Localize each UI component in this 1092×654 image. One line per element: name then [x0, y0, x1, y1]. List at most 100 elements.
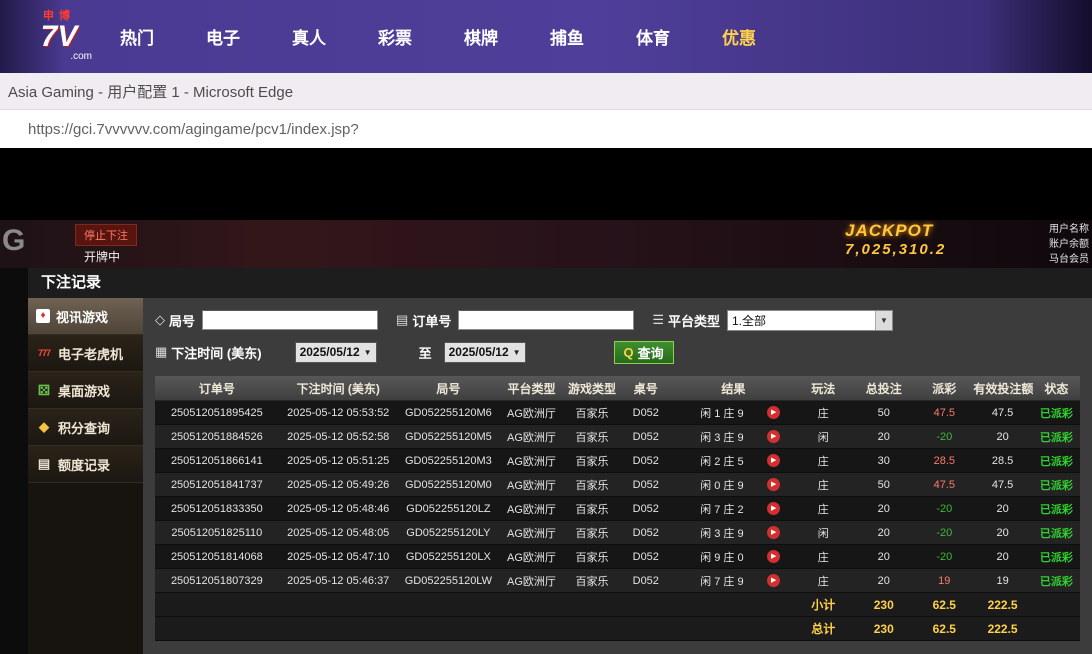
time-cell: 2025-05-12 05:51:25 — [279, 449, 398, 473]
replay-play-icon[interactable]: ▶ — [767, 574, 780, 587]
date-from-picker[interactable]: 2025/05/12 ▼ — [295, 342, 377, 363]
logo-text-main: 7V — [26, 22, 92, 52]
round-number-input[interactable] — [202, 310, 378, 330]
round-cell: GD052255120LX — [398, 545, 499, 569]
column-header: 总投注 — [851, 376, 916, 401]
sidebar-item-video-games[interactable]: ♦视讯游戏 — [28, 298, 143, 335]
style-cell: 庄 — [795, 473, 851, 497]
bet-cell: 50 — [851, 473, 916, 497]
table_no-cell: D052 — [620, 425, 672, 449]
platform-cell: AG欧洲厅 — [499, 569, 564, 593]
stop-betting-label: 停止下注 — [84, 230, 128, 242]
nav-item[interactable]: 彩票 — [366, 18, 424, 55]
date-from-value: 2025/05/12 — [300, 345, 360, 359]
platform-cell: AG欧洲厅 — [499, 425, 564, 449]
nav-item[interactable]: 体育 — [624, 18, 682, 55]
game-cell: 百家乐 — [564, 521, 620, 545]
sidebar-item-label: 积分查询 — [58, 418, 110, 437]
sidebar-item-quota-records[interactable]: ▤额度记录 — [28, 446, 143, 483]
result-cell: 闲 7 庄 2▶ — [672, 497, 796, 521]
site-header: 申博 7V .com 热门电子真人彩票棋牌捕鱼体育优惠 — [0, 0, 1092, 73]
to-label: 至 — [419, 343, 432, 362]
top-nav-items: 热门电子真人彩票棋牌捕鱼体育优惠 — [108, 18, 796, 55]
bet-cell: 30 — [851, 449, 916, 473]
column-header: 局号 — [398, 376, 499, 401]
order-cell: 250512051841737 — [155, 473, 279, 497]
summary-valid: 222.5 — [972, 617, 1033, 641]
dice-icon: ⚄ — [36, 382, 52, 399]
table_no-cell: D052 — [620, 497, 672, 521]
result-cell: 闲 9 庄 0▶ — [672, 545, 796, 569]
site-logo[interactable]: 申博 7V .com — [26, 11, 92, 62]
valid-cell: 28.5 — [972, 449, 1033, 473]
bet-row: 2505120518661412025-05-12 05:51:25GD0522… — [155, 449, 1080, 473]
sidebar-item-points-query[interactable]: ◆积分查询 — [28, 409, 143, 446]
replay-play-icon[interactable]: ▶ — [767, 526, 780, 539]
browser-address-bar[interactable]: https://gci.7vvvvvv.com/agingame/pcv1/in… — [0, 110, 1092, 148]
nav-item[interactable]: 捕鱼 — [538, 18, 596, 55]
summary-row: 小计23062.5222.5 — [155, 593, 1080, 617]
filter-row-2: ▦ 下注时间 (美东) 2025/05/12 ▼ 至 2025/05/12 ▼ … — [155, 340, 1080, 364]
payout-cell: 47.5 — [916, 401, 972, 425]
sidebar-item-table-games[interactable]: ⚄ 桌面游戏 — [28, 372, 143, 409]
replay-play-icon[interactable]: ▶ — [767, 406, 780, 419]
nav-item[interactable]: 电子 — [194, 18, 252, 55]
nav-item[interactable]: 优惠 — [710, 18, 768, 55]
slot-machine-icon: 777 — [36, 348, 52, 358]
round-cell: GD052255120M3 — [398, 449, 499, 473]
summary-row: 总计23062.5222.5 — [155, 617, 1080, 641]
bet-row: 2505120518073292025-05-12 05:46:37GD0522… — [155, 569, 1080, 593]
replay-play-icon[interactable]: ▶ — [767, 550, 780, 563]
sidebar-item-label: 桌面游戏 — [58, 381, 110, 400]
round-cell: GD052255120M6 — [398, 401, 499, 425]
valid-cell: 20 — [972, 425, 1033, 449]
payout-cell: 28.5 — [916, 449, 972, 473]
result-text: 闲 3 庄 9 — [687, 525, 758, 541]
jackpot-display: JACKPOT 7,025,310.2 — [845, 221, 946, 258]
status-cell: 已派彩 — [1033, 569, 1080, 593]
round-cell: GD052255120LZ — [398, 497, 499, 521]
valid-cell: 20 — [972, 545, 1033, 569]
nav-item[interactable]: 真人 — [280, 18, 338, 55]
nav-item[interactable]: 热门 — [108, 18, 166, 55]
sidebar-item-slots[interactable]: 777电子老虎机 — [28, 335, 143, 372]
status-cell: 已派彩 — [1033, 521, 1080, 545]
bet-row: 2505120518417372025-05-12 05:49:26GD0522… — [155, 473, 1080, 497]
replay-play-icon[interactable]: ▶ — [767, 430, 780, 443]
nav-item[interactable]: 棋牌 — [452, 18, 510, 55]
column-header: 有效投注额 — [972, 376, 1033, 401]
status-cell: 已派彩 — [1033, 401, 1080, 425]
replay-play-icon[interactable]: ▶ — [767, 502, 780, 515]
bet-row: 2505120518333502025-05-12 05:48:46GD0522… — [155, 497, 1080, 521]
status-cell: 已派彩 — [1033, 473, 1080, 497]
result-cell: 闲 3 庄 9 ▶ — [672, 521, 796, 545]
bet-row: 2505120518140682025-05-12 05:47:10GD0522… — [155, 545, 1080, 569]
valid-cell: 47.5 — [972, 401, 1033, 425]
date-to-picker[interactable]: 2025/05/12 ▼ — [444, 342, 526, 363]
replay-play-icon[interactable]: ▶ — [767, 478, 780, 491]
summary-label: 小计 — [795, 593, 851, 617]
bet-row: 2505120518845262025-05-12 05:52:58GD0522… — [155, 425, 1080, 449]
game-cell: 百家乐 — [564, 425, 620, 449]
platform-cell: AG欧洲厅 — [499, 449, 564, 473]
platform-type-select[interactable]: 1.全部 ▼ — [727, 310, 893, 331]
casino-banner: G 停止下注 开牌中 JACKPOT 7,025,310.2 用户名称账户余额马… — [0, 220, 1092, 268]
screen: 申博 7V .com 热门电子真人彩票棋牌捕鱼体育优惠 Asia Gaming … — [0, 0, 1092, 654]
url-text[interactable]: https://gci.7vvvvvv.com/agingame/pcv1/in… — [28, 121, 359, 138]
valid-cell: 20 — [972, 497, 1033, 521]
bet-cell: 20 — [851, 497, 916, 521]
bet-cell: 20 — [851, 521, 916, 545]
search-button[interactable]: Q 查询 — [614, 341, 674, 364]
document-icon: ▤ — [36, 456, 52, 472]
round-cell: GD052255120LY — [398, 521, 499, 545]
column-header: 下注时间 (美东) — [279, 376, 398, 401]
time-cell: 2025-05-12 05:48:05 — [279, 521, 398, 545]
browser-title-bar: Asia Gaming - 用户配置 1 - Microsoft Edge — [0, 73, 1092, 110]
result-cell: 闲 0 庄 9▶ — [672, 473, 796, 497]
summary-payout: 62.5 — [916, 593, 972, 617]
result-text: 闲 3 庄 9 — [687, 429, 758, 445]
time-cell: 2025-05-12 05:47:10 — [279, 545, 398, 569]
replay-play-icon[interactable]: ▶ — [767, 454, 780, 467]
bet-cell: 20 — [851, 569, 916, 593]
order-number-input[interactable] — [458, 310, 634, 330]
